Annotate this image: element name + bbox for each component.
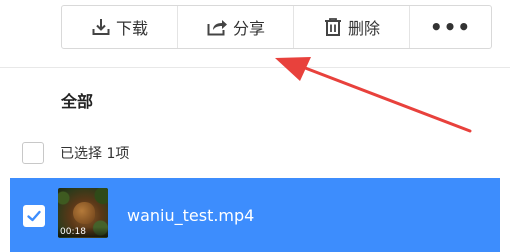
selection-count: 已选择 1项 [60,146,130,162]
video-duration: 00:18 [58,227,108,237]
select-all-checkbox[interactable] [22,142,44,164]
share-button[interactable]: 分享 [178,6,294,48]
file-name[interactable]: waniu_test.mp4 [127,206,254,225]
file-row-selected[interactable]: 00:18 waniu_test.mp4 [10,178,500,252]
more-icon: ••• [429,15,472,39]
check-icon [27,210,41,222]
video-thumbnail[interactable]: 00:18 [58,188,108,238]
share-label: 分享 [232,19,265,38]
download-label: 下载 [115,19,148,38]
download-icon [92,19,110,35]
divider [0,67,510,68]
trash-icon [324,18,341,36]
delete-button[interactable]: 删除 [294,6,410,48]
file-action-toolbar: 下载 分享 删除 ••• [61,5,492,49]
delete-label: 删除 [347,19,380,38]
more-button[interactable]: ••• [410,6,491,48]
share-icon [207,20,227,36]
select-all-row: 已选择 1项 [22,142,129,164]
file-checkbox[interactable] [23,205,45,227]
download-button[interactable]: 下载 [62,6,178,48]
section-title: 全部 [61,92,94,111]
